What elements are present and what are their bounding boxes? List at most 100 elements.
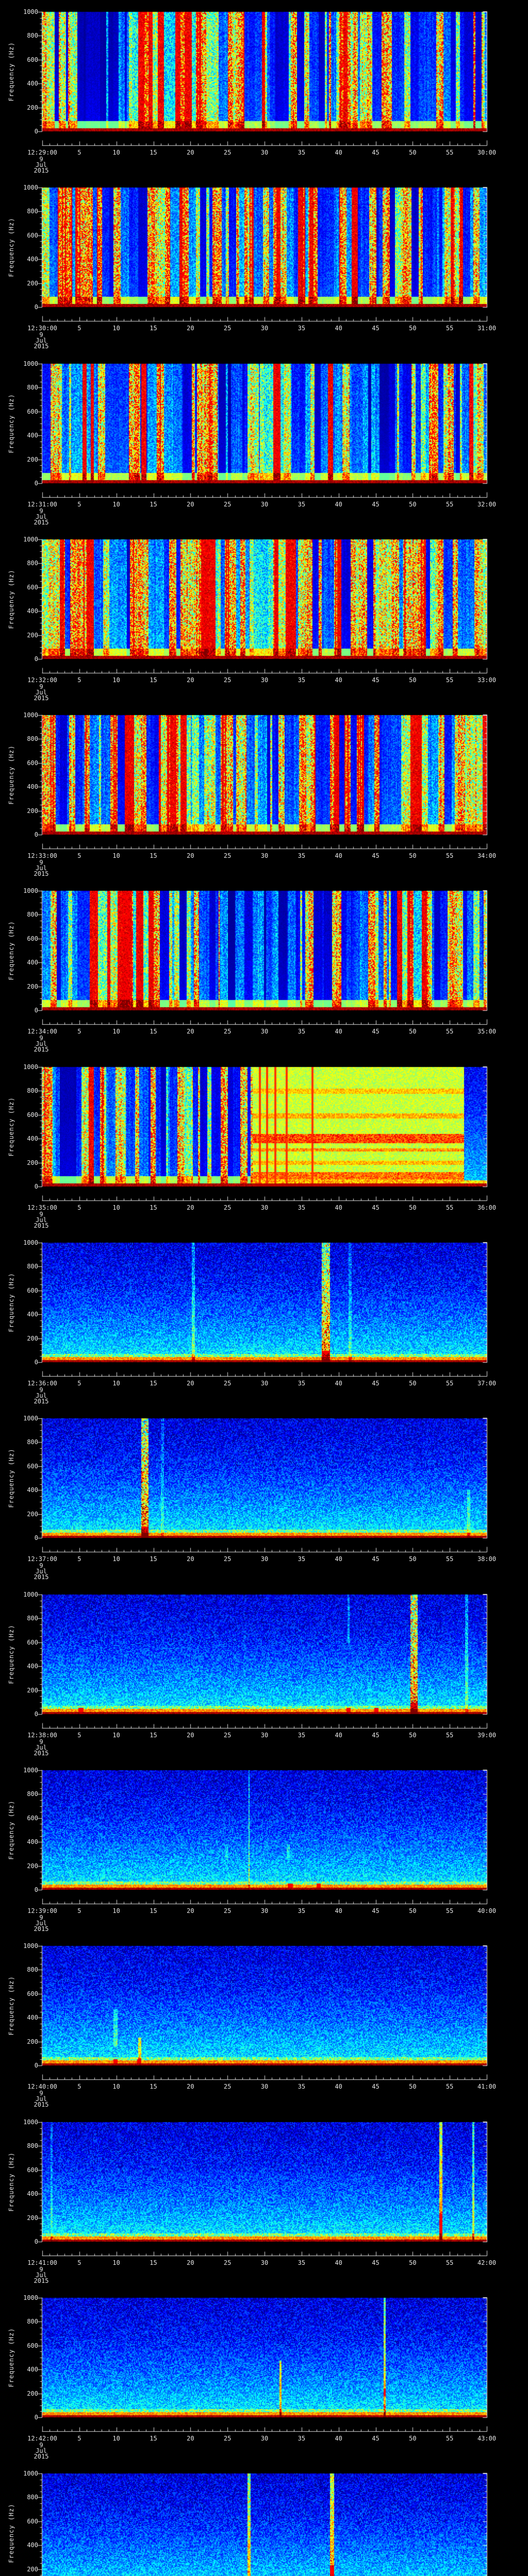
end-time-label: 43:00 [477,2435,497,2442]
x-tick-label: 25 [223,676,232,684]
spectrogram-panel: Frequency (Hz) 1000 800 600 400 200 0 12:29:0… [0,0,528,176]
y-tick-label: 600 [27,583,38,591]
x-tick-label: 5 [77,1380,81,1387]
x-tick-label: 35 [298,676,306,684]
x-tick-label: 20 [187,1028,194,1035]
y-tick-label: 800 [27,1790,38,1798]
y-tick-label: 400 [27,1486,38,1494]
x-tick-label: 20 [187,1907,194,1914]
y-tick-label: 600 [27,1286,38,1294]
y-tick-label: 600 [27,1111,38,1118]
x-tick-label: 20 [187,2083,194,2090]
x-tick-label: 50 [409,1907,417,1914]
y-tick-label: 200 [27,1862,38,1870]
x-tick-label: 5 [77,2083,81,2090]
x-tick-label: 25 [223,1204,232,1211]
spectrogram-panel: Frequency (Hz) 1000 800 600 400 200 0 12:37:0… [0,1406,528,1583]
y-tick-label: 0 [34,303,38,311]
x-tick-label: 55 [446,1555,454,1563]
date-line: 2015 [34,2101,49,2108]
y-tick-label: 200 [27,1686,38,1694]
x-tick-label: 55 [446,2435,454,2442]
x-tick-label: 40 [335,2259,342,2266]
x-tick-label: 50 [409,501,417,508]
y-tick-label: 600 [27,408,38,415]
y-tick-label: 800 [27,208,38,215]
x-tick-label: 50 [409,2083,417,2090]
date-line: 2015 [34,167,49,174]
date-line: 2015 [34,2453,49,2460]
y-tick-label: 0 [34,2062,38,2069]
y-tick-label: 0 [34,1007,38,1014]
y-tick-label: 800 [27,384,38,392]
end-time-label: 34:00 [477,852,497,859]
y-tick-label: 800 [27,32,38,40]
y-tick-label: 400 [27,1838,38,1846]
end-time-label: 39:00 [477,1732,497,1739]
end-time-label: 41:00 [477,2083,497,2090]
x-tick-label: 55 [446,2083,454,2090]
x-tick-label: 10 [112,1204,120,1211]
date-line: 2015 [34,519,49,526]
x-tick-label: 10 [112,149,120,156]
x-tick-label: 35 [298,1380,306,1387]
x-tick-label: 55 [446,852,454,859]
y-axis-title: Frequency (Hz) [8,1800,15,1860]
x-tick-label: 25 [223,1907,232,1914]
y-tick-label: 0 [34,2414,38,2421]
x-tick-label: 40 [335,2083,342,2090]
x-tick-label: 30 [260,1555,269,1563]
x-tick-label: 45 [372,2435,380,2442]
spectrogram-panel: Frequency (Hz) 1000 800 600 400 200 0 12:34:0… [0,879,528,1055]
x-tick-label: 10 [112,1907,120,1914]
y-tick-label: 400 [27,256,38,263]
y-tick-label: 800 [27,735,38,743]
y-tick-label: 600 [27,56,38,63]
y-tick-label: 600 [27,1462,38,1470]
y-tick-label: 400 [27,1311,38,1318]
y-tick-label: 400 [27,2014,38,2022]
y-tick-label: 600 [27,935,38,942]
x-tick-label: 10 [112,676,120,684]
y-tick-label: 1000 [23,184,38,191]
y-tick-label: 1000 [23,2470,38,2477]
x-tick-label: 45 [372,2259,380,2266]
x-tick-label: 55 [446,1380,454,1387]
end-time-label: 42:00 [477,2259,497,2266]
x-tick-label: 55 [446,1204,454,1211]
y-tick-label: 0 [34,480,38,487]
x-tick-label: 40 [335,1380,342,1387]
x-tick-label: 10 [112,501,120,508]
y-tick-label: 1000 [23,1063,38,1071]
y-tick-label: 800 [27,1438,38,1446]
y-tick-label: 600 [27,1990,38,1997]
x-tick-label: 15 [150,2435,157,2442]
x-tick-label: 10 [112,1732,120,1739]
x-tick-label: 50 [409,1028,417,1035]
date-line: 2015 [34,343,49,350]
x-tick-label: 30 [260,2259,269,2266]
x-tick-label: 30 [260,2083,269,2090]
x-tick-label: 40 [335,1907,342,1914]
y-tick-label: 1000 [23,1591,38,1598]
x-tick-label: 45 [372,1555,380,1563]
y-tick-label: 200 [27,2389,38,2397]
x-tick-label: 30 [260,1380,269,1387]
x-tick-label: 50 [409,1555,417,1563]
y-tick-label: 0 [34,655,38,663]
date-line: 2015 [34,1046,49,1053]
x-tick-label: 40 [335,1028,342,1035]
y-axis-title: Frequency (Hz) [8,2328,15,2387]
y-tick-label: 400 [27,1135,38,1143]
x-tick-label: 55 [446,1907,454,1914]
x-tick-label: 40 [335,325,342,332]
x-tick-label: 25 [223,2435,232,2442]
y-tick-label: 400 [27,2541,38,2549]
x-tick-label: 50 [409,2435,417,2442]
x-tick-label: 35 [298,1204,306,1211]
y-axis-title: Frequency (Hz) [8,745,15,805]
x-tick-label: 20 [187,149,194,156]
end-time-label: 38:00 [477,1555,497,1563]
x-tick-label: 45 [372,852,380,859]
spectrogram-panel: Frequency (Hz) 1000 800 600 400 200 0 12:42:0… [0,2286,528,2462]
